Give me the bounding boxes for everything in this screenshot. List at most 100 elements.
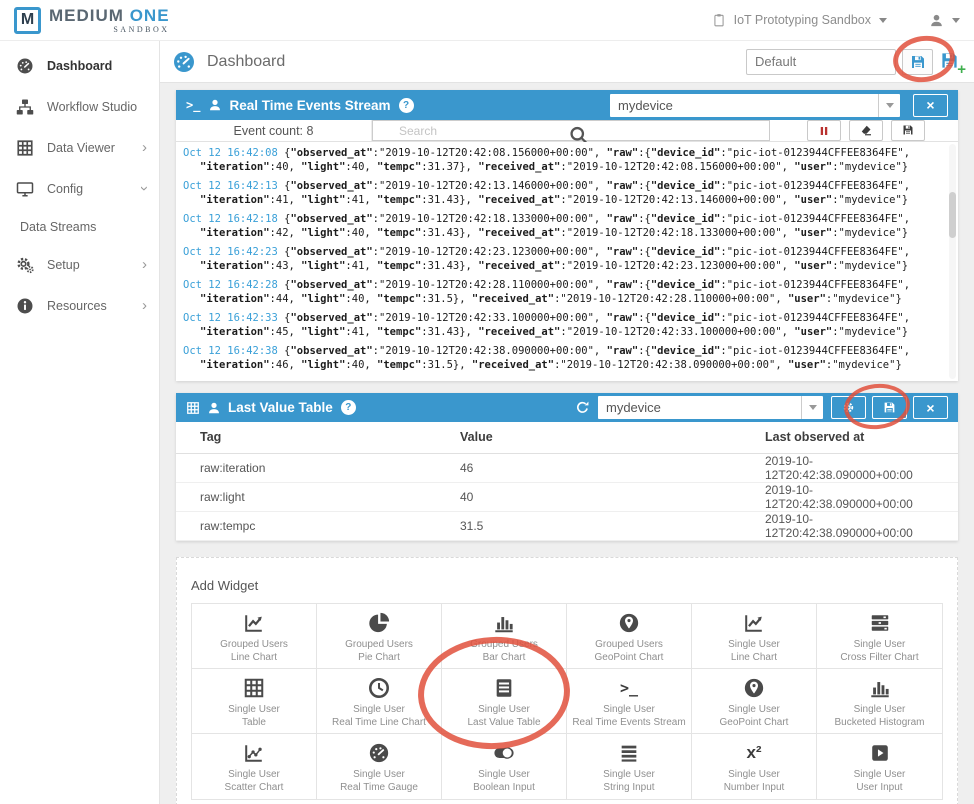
- sidebar-item-data-streams[interactable]: Data Streams: [0, 209, 159, 244]
- clock-icon: [368, 677, 390, 699]
- save-as-new-dashboard-button[interactable]: +: [940, 51, 962, 73]
- brand-medium: MEDIUM: [49, 6, 124, 25]
- sidebar-item-label: Data Streams: [20, 220, 96, 234]
- widget-tile-single-user-scatter-chart[interactable]: Single UserScatter Chart: [192, 734, 317, 799]
- sidebar-item-label: Dashboard: [47, 59, 112, 73]
- widget-tile-single-user-line-chart[interactable]: Single UserLine Chart: [692, 604, 817, 669]
- tile-label-line2: Real Time Events Stream: [567, 716, 691, 729]
- resources-icon: [16, 297, 34, 315]
- widget-tile-single-user-real-time-line-chart[interactable]: Single UserReal Time Line Chart: [317, 669, 442, 734]
- stream-device-select[interactable]: mydevice: [610, 94, 900, 117]
- close-icon: ×: [926, 401, 934, 415]
- log-entry: Oct 12 16:42:23 {"observed_at":"2019-10-…: [183, 246, 950, 273]
- tile-label-line2: Boolean Input: [442, 781, 566, 794]
- widget-tile-single-user-real-time-gauge[interactable]: Single UserReal Time Gauge: [317, 734, 442, 799]
- gauge-icon: [368, 742, 390, 764]
- refresh-icon[interactable]: [575, 400, 590, 415]
- select-caret-icon: [878, 94, 900, 117]
- brand: MEDIUM ONE SANDBOX: [49, 7, 170, 34]
- chevron-right-icon: ›: [142, 257, 147, 272]
- widget-tile-single-user-cross-filter-chart[interactable]: Single UserCross Filter Chart: [817, 604, 942, 669]
- help-icon[interactable]: ?: [399, 98, 414, 113]
- tile-label-line2: Pie Chart: [317, 651, 441, 664]
- events-stream-header: >_ Real Time Events Stream ? mydevice ×: [176, 90, 958, 120]
- save-stream-button[interactable]: [891, 120, 925, 141]
- widget-tile-single-user-table[interactable]: Single UserTable: [192, 669, 317, 734]
- sidebar-item-setup[interactable]: Setup ›: [0, 244, 159, 285]
- pie-chart-icon: [368, 612, 390, 634]
- sidebar-item-config[interactable]: Config›: [0, 168, 159, 209]
- sidebar-item-resources[interactable]: Resources ›: [0, 285, 159, 326]
- log-entry: Oct 12 16:42:13 {"observed_at":"2019-10-…: [183, 180, 950, 207]
- widget-tile-single-user-last-value-table[interactable]: Single UserLast Value Table: [442, 669, 567, 734]
- tile-label-line2: Bucketed Histogram: [817, 716, 942, 729]
- scrollbar-thumb[interactable]: [949, 192, 956, 238]
- pause-stream-button[interactable]: [807, 120, 841, 141]
- workspace-selector-label[interactable]: IoT Prototyping Sandbox: [734, 13, 871, 27]
- log-entry: Oct 12 16:42:33 {"observed_at":"2019-10-…: [183, 312, 950, 339]
- last-value-table-widget: Last Value Table ? mydevice × TagValueLa…: [176, 393, 958, 541]
- tile-label-line1: Grouped Users: [442, 638, 566, 651]
- dashboard-name-input[interactable]: [746, 49, 896, 75]
- table-cell: 2019-10-12T20:42:38.090000+00:00: [741, 453, 958, 482]
- tile-label-line1: Single User: [442, 703, 566, 716]
- sidebar-item-label: Data Viewer: [47, 141, 115, 155]
- widget-tile-single-user-geopoint-chart[interactable]: Single UserGeoPoint Chart: [692, 669, 817, 734]
- terminal-icon: >_: [186, 98, 200, 112]
- tile-label-line2: Last Value Table: [442, 716, 566, 729]
- add-widget-title: Add Widget: [191, 578, 943, 593]
- widget-tile-single-user-string-input[interactable]: Single UserString Input: [567, 734, 692, 799]
- tile-label-line2: Table: [192, 716, 316, 729]
- sidebar: DashboardWorkflow StudioData Viewer›Conf…: [0, 41, 160, 804]
- widget-tile-single-user-number-input[interactable]: x²Single UserNumber Input: [692, 734, 817, 799]
- widget-tile-grouped-users-geopoint-chart[interactable]: Grouped UsersGeoPoint Chart: [567, 604, 692, 669]
- tile-label-line1: Grouped Users: [317, 638, 441, 651]
- tile-label-line1: Grouped Users: [567, 638, 691, 651]
- sidebar-item-label: Setup: [47, 258, 80, 272]
- tile-label-line2: Scatter Chart: [192, 781, 316, 794]
- tile-label-line2: Line Chart: [692, 651, 816, 664]
- lvt-device-select[interactable]: mydevice: [598, 396, 823, 419]
- sidebar-item-label: Resources: [47, 299, 107, 313]
- table-cell: 31.5: [436, 511, 741, 540]
- setup-icon: [16, 256, 34, 274]
- sidebar-item-workflow-studio[interactable]: Workflow Studio: [0, 86, 159, 127]
- widget-tile-grouped-users-line-chart[interactable]: Grouped UsersLine Chart: [192, 604, 317, 669]
- sidebar-item-dashboard[interactable]: Dashboard: [0, 45, 159, 86]
- chevron-down-icon: ›: [137, 186, 152, 191]
- widget-tile-grouped-users-bar-chart[interactable]: Grouped UsersBar Chart: [442, 604, 567, 669]
- log-entry: Oct 12 16:42:38 {"observed_at":"2019-10-…: [183, 345, 950, 372]
- save-widget-button[interactable]: [872, 396, 907, 419]
- x-squared-icon: x²: [746, 743, 761, 763]
- widget-tile-single-user-boolean-input[interactable]: Single UserBoolean Input: [442, 734, 567, 799]
- close-lvt-widget-button[interactable]: ×: [913, 396, 948, 419]
- widget-tile-grid: Grouped UsersLine ChartGrouped UsersPie …: [191, 603, 943, 800]
- sidebar-item-data-viewer[interactable]: Data Viewer›: [0, 127, 159, 168]
- clear-stream-button[interactable]: [849, 120, 883, 141]
- clipboard-icon: [712, 12, 726, 28]
- tile-label-line2: Bar Chart: [442, 651, 566, 664]
- widget-tile-single-user-real-time-events-stream[interactable]: >_Single UserReal Time Events Stream: [567, 669, 692, 734]
- user-icon[interactable]: [929, 13, 944, 28]
- events-log[interactable]: Oct 12 16:42:08 {"observed_at":"2019-10-…: [176, 142, 958, 381]
- events-stream-widget: >_ Real Time Events Stream ? mydevice × …: [176, 90, 958, 381]
- tile-label-line2: Line Chart: [192, 651, 316, 664]
- table-cell: 2019-10-12T20:42:38.090000+00:00: [741, 511, 958, 540]
- chevron-right-icon: ›: [142, 298, 147, 313]
- widget-tile-single-user-bucketed-histogram[interactable]: Single UserBucketed Histogram: [817, 669, 942, 734]
- settings-gear-button[interactable]: [831, 396, 866, 419]
- stream-device-value: mydevice: [610, 94, 878, 117]
- log-entry: Oct 12 16:42:28 {"observed_at":"2019-10-…: [183, 279, 950, 306]
- user-menu-caret-icon[interactable]: [952, 18, 960, 23]
- widget-tile-single-user-user-input[interactable]: Single UserUser Input: [817, 734, 942, 799]
- event-count: Event count: 8: [176, 120, 372, 141]
- workspace-caret-icon[interactable]: [879, 18, 887, 23]
- save-dashboard-button[interactable]: [902, 49, 933, 75]
- help-icon[interactable]: ?: [341, 400, 356, 415]
- scrollbar[interactable]: [949, 144, 956, 379]
- tile-label-line1: Single User: [442, 768, 566, 781]
- widget-tile-grouped-users-pie-chart[interactable]: Grouped UsersPie Chart: [317, 604, 442, 669]
- last-value-table: TagValueLast observed at raw:iteration46…: [176, 422, 958, 541]
- page-heading-row: Dashboard +: [160, 41, 974, 83]
- close-stream-widget-button[interactable]: ×: [913, 94, 948, 117]
